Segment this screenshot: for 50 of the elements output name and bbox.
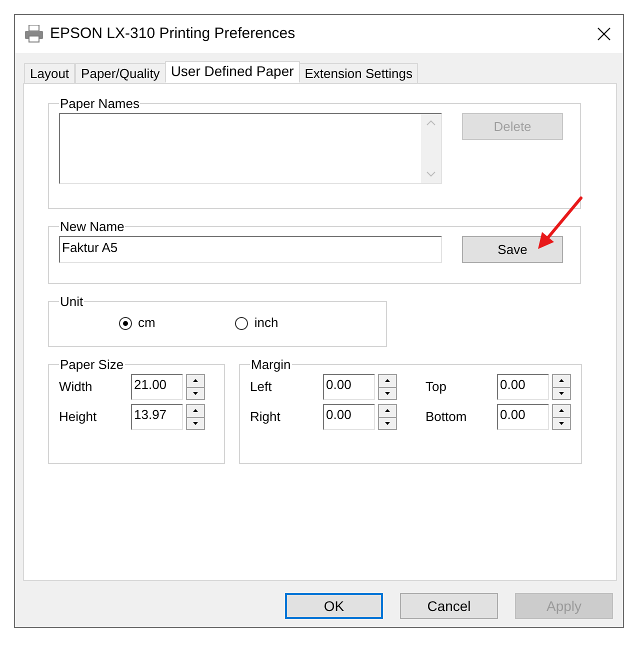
printer-icon	[24, 25, 44, 43]
number-field[interactable]: 0.00	[497, 374, 549, 400]
radio-option[interactable]: inch	[235, 313, 278, 333]
number-field[interactable]: 21.00	[131, 374, 183, 400]
spin-buttons[interactable]	[552, 374, 571, 400]
radio-button[interactable]	[119, 316, 132, 330]
window-title: EPSON LX-310 Printing Preferences	[50, 24, 296, 44]
down-arrow-icon	[193, 422, 198, 425]
close-icon[interactable]	[597, 27, 611, 41]
group-label: New Name	[59, 219, 126, 234]
up-arrow-icon	[193, 409, 198, 412]
dialog-button[interactable]: OK	[285, 593, 383, 619]
number-field[interactable]: 0.00	[497, 404, 549, 430]
spin-buttons[interactable]	[378, 374, 397, 400]
number-field[interactable]: 13.97	[131, 404, 183, 430]
down-arrow-icon	[385, 422, 390, 425]
tab[interactable]: User Defined Paper	[164, 61, 300, 83]
tab[interactable]: Layout	[24, 63, 76, 83]
radio-button[interactable]	[235, 316, 248, 330]
number-field[interactable]: 0.00	[323, 374, 375, 400]
down-arrow-icon	[559, 422, 564, 425]
tab[interactable]: Paper/Quality	[75, 63, 166, 83]
up-arrow-icon	[385, 379, 390, 382]
field-label: Right	[250, 408, 282, 426]
group-label: Margin	[250, 357, 292, 372]
spin-buttons[interactable]	[186, 374, 205, 400]
group-label: Unit	[59, 294, 84, 309]
up-arrow-icon	[193, 379, 198, 382]
field-label: Top	[426, 378, 448, 396]
up-arrow-icon	[559, 379, 564, 382]
new-name-field[interactable]: Faktur A5	[59, 236, 442, 263]
up-arrow-icon	[385, 409, 390, 412]
radio-option[interactable]: cm	[119, 313, 156, 333]
dialog-button[interactable]: Cancel	[400, 593, 498, 619]
up-arrow-icon	[559, 409, 564, 412]
field-label: Bottom	[426, 408, 468, 426]
field-label: Height	[59, 408, 98, 426]
save-button[interactable]: Save	[462, 236, 563, 263]
group-label: Paper Size	[59, 357, 125, 372]
field-label: Left	[250, 378, 273, 396]
group-label: Paper Names	[59, 96, 140, 111]
down-arrow-icon	[385, 392, 390, 395]
spin-buttons[interactable]	[186, 404, 205, 430]
spin-buttons[interactable]	[378, 404, 397, 430]
number-field[interactable]: 0.00	[323, 404, 375, 430]
down-arrow-icon	[193, 392, 198, 395]
down-arrow-icon	[559, 392, 564, 395]
field-label: Width	[59, 378, 94, 396]
spin-buttons[interactable]	[552, 404, 571, 430]
tab[interactable]: Extension Settings	[298, 63, 418, 83]
